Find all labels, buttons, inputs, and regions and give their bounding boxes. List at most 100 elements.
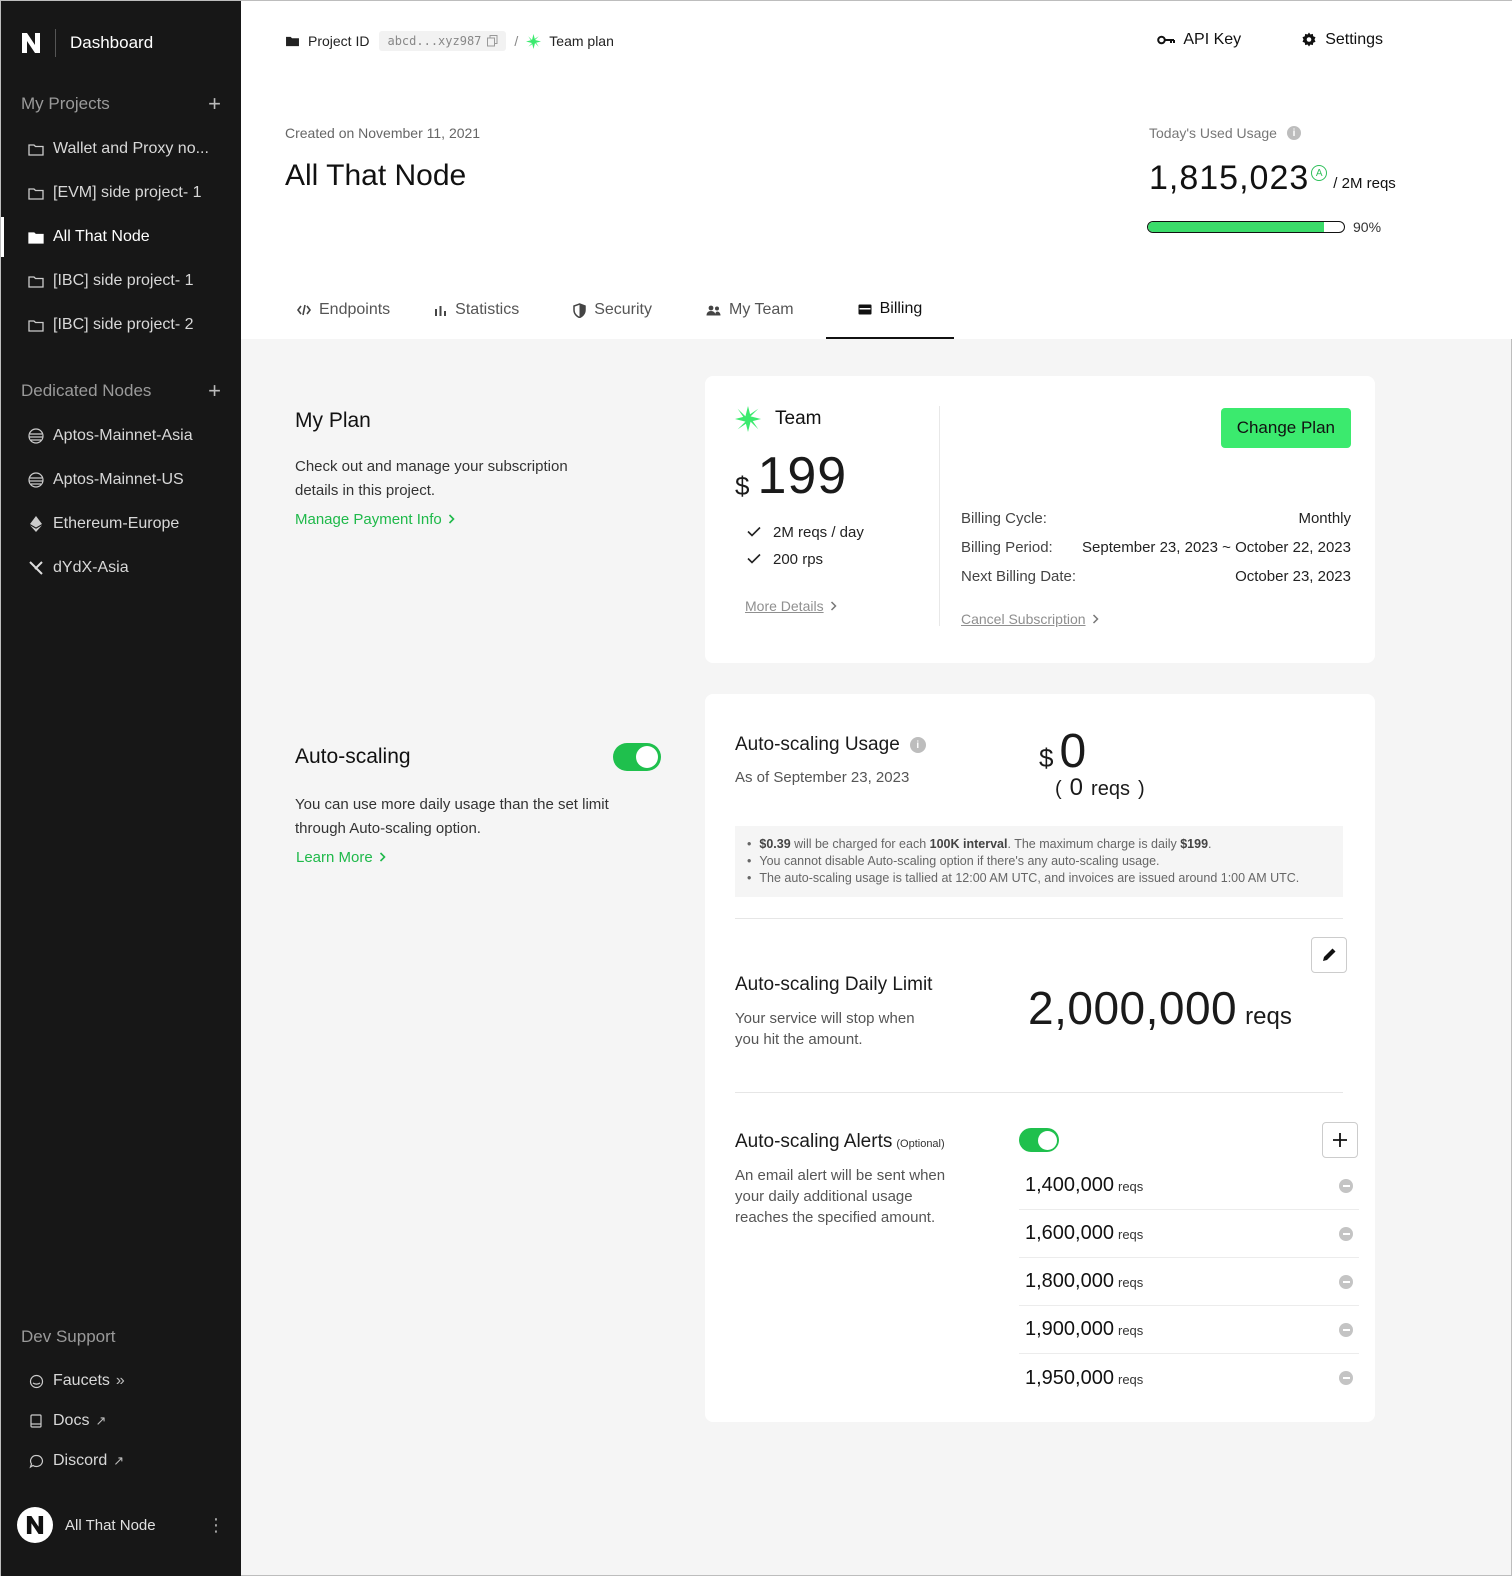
sidebar-item-node[interactable]: Ethereum-Europe	[1, 504, 241, 544]
billing-row: Next Billing Date: October 23, 2023	[961, 562, 1351, 591]
usage-label: Today's Used Usage i	[1149, 125, 1301, 141]
alert-unit: reqs	[1117, 1227, 1144, 1242]
autoscaling-desc-1: You can use more daily usage than the se…	[295, 796, 609, 813]
alert-amount: 1,400,000 reqs	[1025, 1174, 1143, 1197]
alert-unit: reqs	[1117, 1323, 1144, 1338]
add-project-icon[interactable]: +	[208, 93, 221, 115]
tab-security[interactable]: Security	[557, 281, 668, 339]
breadcrumb-separator: /	[514, 33, 519, 49]
sidebar-item-node[interactable]: Aptos-Mainnet-Asia	[1, 416, 241, 456]
sidebar-item-project[interactable]: [EVM] side project- 1	[1, 173, 241, 213]
alert-amount: 1,950,000 reqs	[1025, 1367, 1143, 1390]
daily-limit-desc-2: you hit the amount.	[735, 1031, 863, 1048]
account-footer[interactable]: All That Node ⋮	[17, 1507, 225, 1543]
autoscaling-notes: • $0.39 will be charged for each 100K in…	[735, 826, 1343, 897]
sidebar-item-label: Aptos-Mainnet-US	[53, 471, 184, 488]
dedicated-nodes-header: Dedicated Nodes +	[21, 380, 221, 402]
api-key-button[interactable]: API Key	[1157, 31, 1241, 49]
minus-circle-icon[interactable]	[1339, 1274, 1353, 1289]
settings-button[interactable]: Settings	[1301, 31, 1383, 49]
info-icon[interactable]: i	[1286, 126, 1301, 140]
tab-billing[interactable]: Billing	[825, 281, 955, 339]
plan-feature: 200 rps	[747, 551, 935, 568]
alerts-title: Auto-scaling Alerts	[735, 1131, 893, 1152]
usage-label-text: Today's Used Usage	[1149, 125, 1277, 141]
billing-details: Billing Cycle: Monthly Billing Period: S…	[961, 504, 1351, 627]
alert-amount: 1,900,000 reqs	[1025, 1318, 1143, 1341]
more-vertical-icon[interactable]: ⋮	[207, 1515, 225, 1536]
autoscaling-title: Auto-scaling	[295, 745, 411, 768]
dedicated-nodes-label: Dedicated Nodes	[21, 381, 152, 400]
autoscaling-intro: Auto-scaling You can use more daily usag…	[295, 743, 661, 866]
aptos-icon	[27, 428, 45, 444]
check-icon	[747, 551, 761, 568]
tab-endpoints[interactable]: Endpoints	[281, 281, 406, 339]
sidebar-header[interactable]: Dashboard	[21, 29, 153, 57]
price-currency: $	[735, 471, 750, 501]
external-link-icon: ↗	[113, 1453, 125, 1468]
card-icon	[858, 304, 872, 315]
logo-divider	[55, 29, 56, 57]
manage-payment-link[interactable]: Manage Payment Info	[295, 511, 568, 528]
tab-label: Statistics	[455, 301, 520, 318]
ethereum-icon	[27, 516, 45, 532]
tab-statistics[interactable]: Statistics	[418, 281, 535, 339]
copy-icon[interactable]	[487, 35, 498, 47]
autoscaling-toggle[interactable]	[613, 743, 661, 771]
cancel-subscription-link[interactable]: Cancel Subscription	[961, 611, 1351, 627]
page-title: All That Node	[285, 159, 467, 192]
alerts-optional: (Optional)	[896, 1138, 945, 1150]
sidebar-item-project[interactable]: [IBC] side project- 1	[1, 261, 241, 301]
edit-limit-button[interactable]	[1311, 937, 1347, 973]
plan-crumb[interactable]: Team plan	[549, 33, 614, 49]
alert-value: 1,900,000	[1025, 1318, 1114, 1340]
sidebar-item-discord[interactable]: Discord ↗	[1, 1441, 241, 1481]
app-title: Dashboard	[70, 33, 154, 52]
sidebar-item-project[interactable]: Wallet and Proxy no...	[1, 129, 241, 169]
sparkle-icon	[735, 406, 761, 432]
minus-circle-icon[interactable]	[1339, 1178, 1353, 1193]
sidebar-item-docs[interactable]: Docs ↗	[1, 1401, 241, 1441]
info-icon[interactable]: i	[909, 737, 926, 753]
add-alert-button[interactable]	[1322, 1122, 1358, 1158]
toggle-knob	[1037, 1130, 1057, 1150]
daily-limit-title: Auto-scaling Daily Limit	[735, 974, 933, 995]
usage-amount: 0	[1059, 725, 1087, 778]
note-text: $0.39 will be charged for each 100K inte…	[759, 837, 1212, 851]
daily-limit-desc-1: Your service will stop when	[735, 1010, 915, 1027]
tab-my-team[interactable]: My Team	[690, 281, 810, 339]
sidebar-item-label: Aptos-Mainnet-Asia	[53, 427, 193, 444]
sidebar-item-faucets[interactable]: Faucets »	[1, 1361, 241, 1401]
my-projects-label: My Projects	[21, 94, 110, 113]
alerts-toggle[interactable]	[1019, 1128, 1059, 1152]
minus-circle-icon[interactable]	[1339, 1371, 1353, 1385]
sidebar-item-project-active[interactable]: All That Node	[1, 217, 241, 257]
minus-circle-icon[interactable]	[1339, 1322, 1353, 1337]
add-node-icon[interactable]: +	[208, 380, 221, 402]
usage-limit: / 2M reqs	[1333, 175, 1396, 192]
alerts-desc-2: your daily additional usage	[735, 1188, 913, 1205]
change-plan-button[interactable]: Change Plan	[1220, 408, 1351, 448]
project-id-value[interactable]: abcd...xyz987	[379, 31, 507, 51]
my-plan-title: My Plan	[295, 409, 371, 432]
plan-price: $ 199	[735, 446, 935, 506]
alert-unit: reqs	[1117, 1371, 1144, 1387]
sidebar-item-node[interactable]: Aptos-Mainnet-US	[1, 460, 241, 500]
sidebar-item-project[interactable]: [IBC] side project- 2	[1, 305, 241, 345]
learn-more-link[interactable]: Learn More	[296, 849, 661, 866]
minus-circle-icon[interactable]	[1339, 1226, 1353, 1241]
billing-row: Billing Cycle: Monthly	[961, 504, 1351, 533]
dydx-icon	[27, 560, 45, 576]
tab-label: Billing	[879, 300, 923, 317]
sidebar-item-node[interactable]: dYdX-Asia	[1, 548, 241, 588]
plan-feature-label: 2M reqs / day	[773, 524, 864, 541]
learn-more-label: Learn More	[296, 849, 373, 866]
project-header: Project ID abcd...xyz987 / Team plan API…	[241, 1, 1512, 339]
usage-count: 1,815,023	[1149, 159, 1310, 197]
billing-key: Billing Period:	[961, 539, 1053, 556]
settings-label: Settings	[1325, 31, 1383, 48]
sparkle-icon	[526, 33, 542, 49]
chevron-right-icon	[1092, 614, 1099, 624]
autoscaling-usage-title-row: Auto-scaling Usage i	[735, 734, 926, 756]
more-details-link[interactable]: More Details	[745, 598, 935, 614]
